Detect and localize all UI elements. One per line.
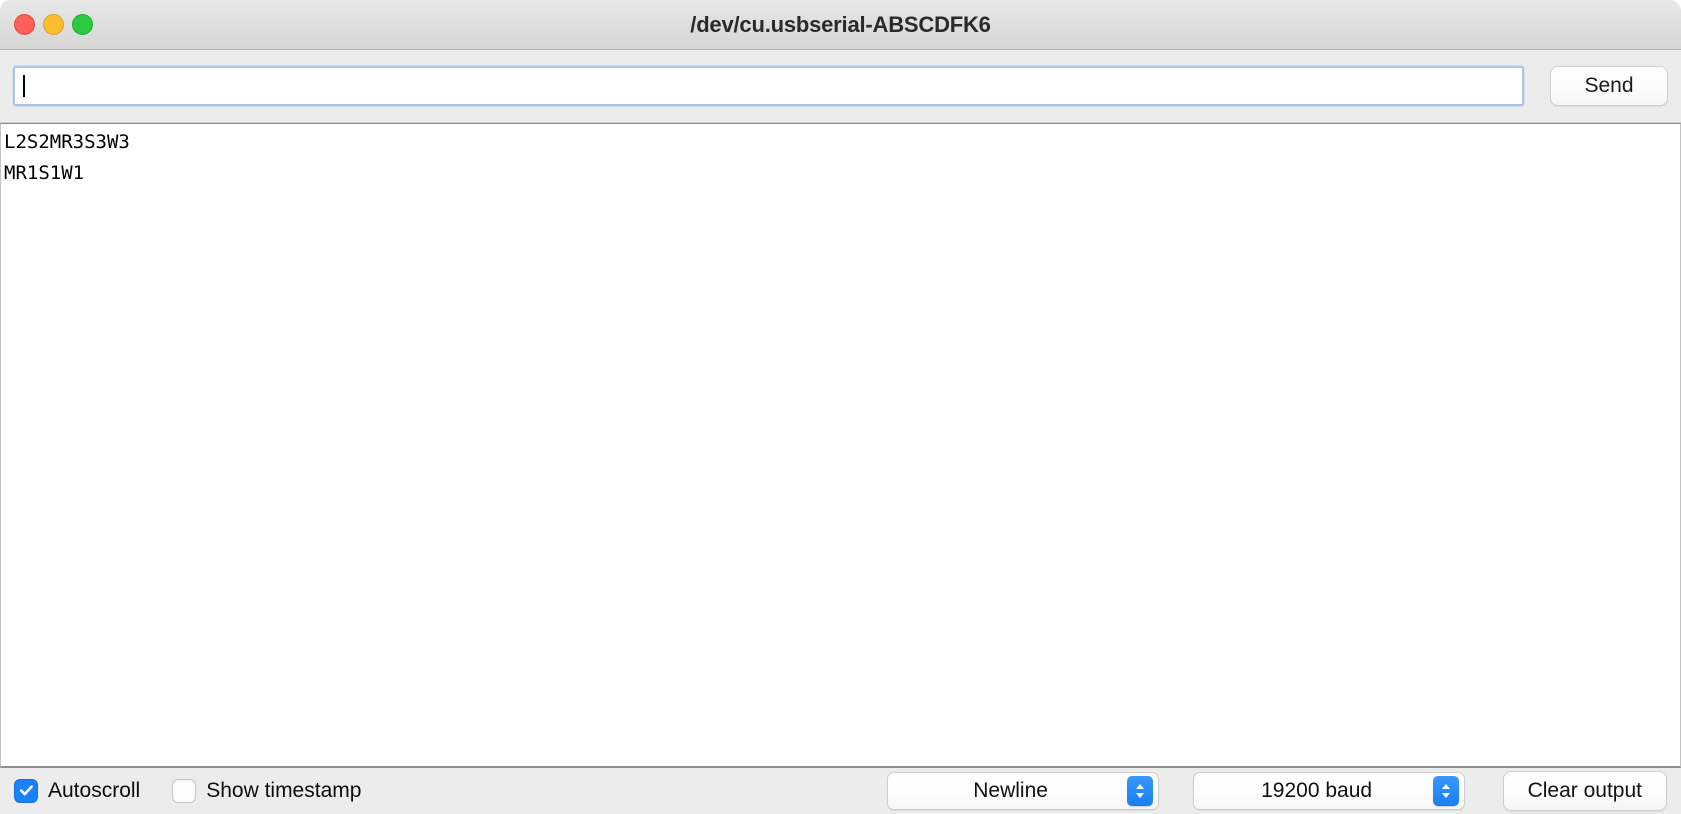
- text-caret: [23, 75, 25, 97]
- minimize-window-button[interactable]: [43, 14, 64, 35]
- autoscroll-checkbox[interactable]: [14, 778, 38, 803]
- serial-output-area[interactable]: L2S2MR3S3W3 MR1S1W1: [0, 123, 1681, 768]
- chevron-updown-icon[interactable]: [1126, 775, 1153, 806]
- show-timestamp-checkbox[interactable]: [172, 778, 197, 803]
- baud-rate-value: 19200 baud: [1261, 778, 1373, 802]
- baud-rate-select[interactable]: 19200 baud: [1192, 771, 1465, 810]
- maximize-window-button[interactable]: [72, 14, 93, 35]
- serial-output-text: L2S2MR3S3W3 MR1S1W1: [4, 131, 130, 184]
- close-window-button[interactable]: [14, 14, 35, 35]
- send-input[interactable]: [13, 66, 1524, 106]
- autoscroll-checkbox-group[interactable]: Autoscroll: [14, 778, 141, 803]
- bottom-toolbar: Autoscroll Show timestamp Newline 19200 …: [0, 768, 1681, 813]
- chevron-updown-icon[interactable]: [1432, 775, 1459, 806]
- clear-output-button[interactable]: Clear output: [1502, 770, 1667, 811]
- traffic-lights: [14, 0, 93, 49]
- show-timestamp-checkbox-group[interactable]: Show timestamp: [172, 778, 362, 803]
- checkmark-icon: [19, 785, 33, 796]
- show-timestamp-label: Show timestamp: [206, 778, 362, 802]
- chevron-updown-glyph: [1135, 783, 1144, 798]
- autoscroll-label: Autoscroll: [48, 778, 141, 802]
- titlebar: /dev/cu.usbserial-ABSCDFK6: [0, 0, 1681, 50]
- line-ending-value: Newline: [973, 778, 1048, 802]
- serial-monitor-window: /dev/cu.usbserial-ABSCDFK6 Send L2S2MR3S…: [0, 0, 1681, 814]
- send-toolbar: Send: [0, 50, 1681, 123]
- send-button[interactable]: Send: [1550, 66, 1668, 106]
- chevron-updown-glyph: [1441, 783, 1450, 798]
- window-title: /dev/cu.usbserial-ABSCDFK6: [690, 12, 991, 37]
- line-ending-select[interactable]: Newline: [886, 771, 1159, 810]
